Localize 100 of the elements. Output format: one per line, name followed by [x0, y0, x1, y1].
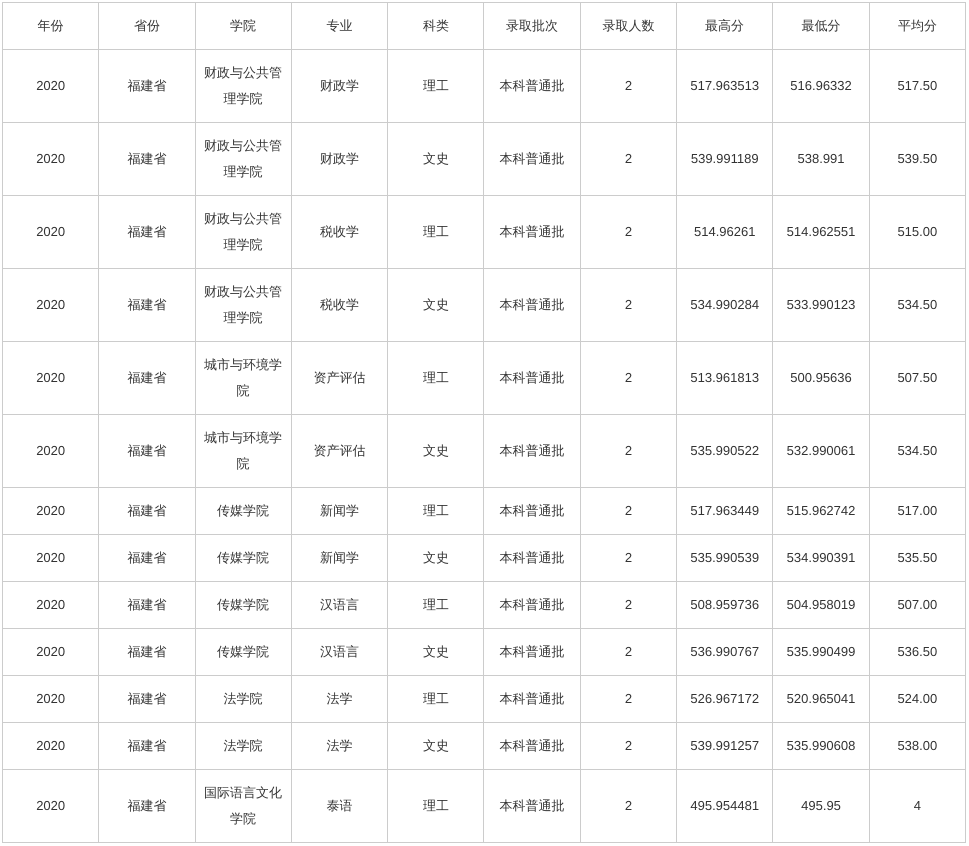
table-cell: 城市与环境学院 [195, 342, 292, 414]
table-cell: 2020 [2, 122, 99, 196]
table-cell: 2020 [2, 268, 99, 342]
table-cell: 2 [580, 196, 677, 268]
table-cell: 2020 [2, 770, 99, 842]
table-cell: 本科普通批 [484, 582, 580, 628]
table-cell: 2020 [2, 722, 99, 770]
table-cell: 514.96261 [676, 196, 773, 268]
table-cell: 理工 [388, 676, 484, 722]
table-cell: 本科普通批 [484, 770, 580, 842]
table-cell: 财政与公共管理学院 [195, 122, 292, 196]
table-cell: 534.990391 [772, 534, 870, 582]
table-cell: 534.50 [869, 268, 966, 342]
table-cell: 517.963513 [676, 50, 773, 122]
table-cell: 2 [580, 770, 677, 842]
column-header: 专业 [291, 2, 388, 50]
table-cell: 513.961813 [676, 342, 773, 414]
table-cell: 535.990499 [772, 628, 870, 676]
table-cell: 福建省 [98, 268, 196, 342]
table-cell: 2 [580, 582, 677, 628]
table-cell: 539.991257 [676, 722, 773, 770]
table-cell: 新闻学 [291, 488, 388, 534]
table-cell: 533.990123 [772, 268, 870, 342]
table-cell: 539.50 [869, 122, 966, 196]
table-cell: 理工 [388, 582, 484, 628]
table-cell: 2 [580, 488, 677, 534]
column-header: 年份 [2, 2, 99, 50]
table-cell: 4 [869, 770, 966, 842]
table-cell: 2020 [2, 488, 99, 534]
table-cell: 福建省 [98, 770, 196, 842]
table-cell: 500.95636 [772, 342, 870, 414]
table-cell: 福建省 [98, 722, 196, 770]
table-cell: 财政与公共管理学院 [195, 50, 292, 122]
table-cell: 文史 [388, 414, 484, 488]
table-cell: 税收学 [291, 268, 388, 342]
column-header: 省份 [98, 2, 196, 50]
table-cell: 资产评估 [291, 414, 388, 488]
column-header: 录取批次 [484, 2, 580, 50]
table-cell: 理工 [388, 342, 484, 414]
table-cell: 2 [580, 122, 677, 196]
table-cell: 福建省 [98, 342, 196, 414]
table-cell: 535.50 [869, 534, 966, 582]
column-header: 学院 [195, 2, 292, 50]
table-cell: 福建省 [98, 488, 196, 534]
table-cell: 2020 [2, 628, 99, 676]
table-cell: 2 [580, 722, 677, 770]
table-cell: 514.962551 [772, 196, 870, 268]
table-cell: 文史 [388, 534, 484, 582]
table-cell: 520.965041 [772, 676, 870, 722]
table-cell: 传媒学院 [195, 582, 292, 628]
table-cell: 财政学 [291, 122, 388, 196]
column-header: 最高分 [676, 2, 773, 50]
table-cell: 535.990522 [676, 414, 773, 488]
table-cell: 2020 [2, 414, 99, 488]
table-cell: 2 [580, 50, 677, 122]
table-cell: 516.96332 [772, 50, 870, 122]
table-cell: 文史 [388, 628, 484, 676]
table-cell: 532.990061 [772, 414, 870, 488]
table-cell: 资产评估 [291, 342, 388, 414]
table-cell: 财政学 [291, 50, 388, 122]
table-cell: 本科普通批 [484, 488, 580, 534]
table-cell: 税收学 [291, 196, 388, 268]
table-cell: 新闻学 [291, 534, 388, 582]
table-cell: 515.962742 [772, 488, 870, 534]
table-cell: 福建省 [98, 50, 196, 122]
table-cell: 535.990608 [772, 722, 870, 770]
column-header: 平均分 [869, 2, 966, 50]
table-cell: 本科普通批 [484, 268, 580, 342]
table-cell: 2020 [2, 196, 99, 268]
table-cell: 517.50 [869, 50, 966, 122]
table-cell: 507.00 [869, 582, 966, 628]
table-cell: 495.954481 [676, 770, 773, 842]
table-cell: 本科普通批 [484, 414, 580, 488]
table-cell: 2 [580, 414, 677, 488]
table-cell: 本科普通批 [484, 196, 580, 268]
table-cell: 汉语言 [291, 628, 388, 676]
table-cell: 福建省 [98, 196, 196, 268]
table-cell: 理工 [388, 488, 484, 534]
table-cell: 文史 [388, 722, 484, 770]
table-cell: 515.00 [869, 196, 966, 268]
column-header: 录取人数 [580, 2, 677, 50]
table-cell: 理工 [388, 50, 484, 122]
table-cell: 汉语言 [291, 582, 388, 628]
table-cell: 536.50 [869, 628, 966, 676]
table-cell: 504.958019 [772, 582, 870, 628]
table-cell: 2 [580, 534, 677, 582]
table-cell: 本科普通批 [484, 628, 580, 676]
table-cell: 文史 [388, 122, 484, 196]
table-cell: 福建省 [98, 628, 196, 676]
table-cell: 传媒学院 [195, 488, 292, 534]
table-cell: 495.95 [772, 770, 870, 842]
table-cell: 城市与环境学院 [195, 414, 292, 488]
table-cell: 2 [580, 628, 677, 676]
table-cell: 本科普通批 [484, 50, 580, 122]
table-cell: 508.959736 [676, 582, 773, 628]
table-cell: 2 [580, 676, 677, 722]
table-cell: 2020 [2, 582, 99, 628]
table-cell: 534.50 [869, 414, 966, 488]
table-cell: 535.990539 [676, 534, 773, 582]
table-cell: 理工 [388, 196, 484, 268]
